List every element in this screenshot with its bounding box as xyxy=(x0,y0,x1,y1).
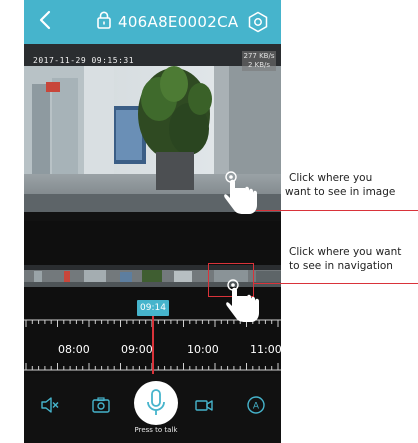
header-title-group: 406A8E0002CA xyxy=(96,0,238,44)
chevron-left-icon[interactable] xyxy=(38,9,56,33)
gear-icon[interactable] xyxy=(247,11,269,33)
page: 406A8E0002CA 2017-11-29 09:15:31 277 KB/… xyxy=(0,0,418,443)
timeline-label-0900: 09:00 xyxy=(121,343,153,356)
nav-click-annotation-line2: to see in navigation xyxy=(289,260,393,272)
auto-a-icon[interactable]: A xyxy=(246,395,266,415)
image-click-annotation-line1: Click where you xyxy=(289,172,373,184)
bitrate-download: 277 KB/s xyxy=(243,52,275,60)
svg-text:A: A xyxy=(253,402,260,412)
app-header: 406A8E0002CA xyxy=(24,0,281,44)
image-click-annotation-line2: want to see in image xyxy=(285,186,396,198)
device-id-title: 406A8E0002CA xyxy=(118,13,239,31)
bitrate-badge: 277 KB/s 2 KB/s xyxy=(242,51,276,71)
press-to-talk-label: Press to talk xyxy=(134,426,178,434)
timeline-playhead[interactable] xyxy=(152,316,154,374)
image-callout-line xyxy=(256,210,418,211)
timeline-label-0800: 08:00 xyxy=(58,343,90,356)
phone-app: 406A8E0002CA 2017-11-29 09:15:31 277 KB/… xyxy=(24,0,281,443)
microphone-icon[interactable] xyxy=(134,381,178,425)
timeline-label-1000: 10:00 xyxy=(187,343,219,356)
camera-icon[interactable] xyxy=(91,395,111,415)
speaker-mute-icon[interactable] xyxy=(40,395,60,415)
hand-pointer-icon xyxy=(224,171,257,214)
nav-click-annotation-line1: Click where you want xyxy=(289,246,402,258)
video-timestamp: 2017-11-29 09:15:31 xyxy=(33,56,135,65)
video-record-icon[interactable] xyxy=(194,395,214,415)
timeline-label-1100: 11:00 xyxy=(250,343,281,356)
navigation-callout-line xyxy=(254,283,418,284)
bitrate-upload: 2 KB/s xyxy=(247,61,271,69)
current-time-badge: 09:14 xyxy=(137,300,169,316)
lock-icon xyxy=(96,11,112,33)
